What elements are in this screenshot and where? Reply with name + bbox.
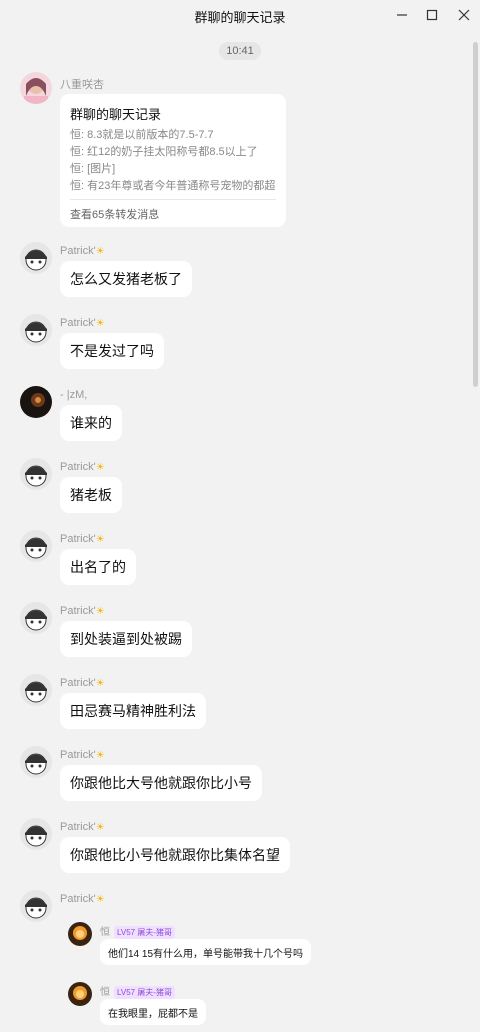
maximize-button[interactable] — [421, 4, 443, 26]
sender-label: Patrick' — [60, 605, 96, 617]
card-line: 恒: 8.3就是以前版本的7.5-7.7 — [70, 129, 214, 141]
minimize-button[interactable] — [391, 4, 413, 26]
avatar[interactable] — [20, 314, 52, 346]
avatar — [68, 922, 92, 946]
close-icon — [458, 9, 470, 21]
avatar[interactable] — [20, 458, 52, 490]
sender-name: Patrick'☀ — [60, 533, 105, 545]
divider — [70, 199, 276, 200]
nested-sender-label: 恒 — [100, 927, 110, 938]
sender-label: Patrick' — [60, 461, 96, 473]
sender-label: Patrick' — [60, 677, 96, 689]
sender-name: Patrick'☀ — [60, 461, 105, 473]
avatar[interactable] — [20, 674, 52, 706]
sun-icon: ☀ — [95, 894, 105, 905]
maximize-icon — [426, 9, 438, 21]
message-bubble[interactable]: 出名了的 — [60, 549, 136, 585]
level-badge: LV57 屠夫-猪哥 — [114, 986, 175, 999]
avatar[interactable] — [20, 602, 52, 634]
message-bubble[interactable]: 猪老板 — [60, 477, 122, 513]
sender-name: Patrick'☀ — [60, 749, 105, 761]
avatar[interactable] — [20, 746, 52, 778]
avatar-helmet-icon — [20, 242, 52, 274]
avatar-orange-character-icon — [68, 982, 92, 1006]
nested-sender: 恒 LV57 屠夫-猪哥 — [100, 983, 175, 999]
message-bubble[interactable]: 到处装逼到处被踢 — [60, 621, 192, 657]
avatar-helmet-icon — [20, 674, 52, 706]
message-bubble[interactable]: 不是发过了吗 — [60, 333, 164, 369]
avatar-helmet-icon — [20, 746, 52, 778]
avatar-helmet-icon — [20, 530, 52, 562]
avatar-helmet-icon — [20, 314, 52, 346]
nested-sender: 恒 LV57 屠夫-猪哥 — [100, 923, 175, 939]
sender-name: Patrick'☀ — [60, 821, 105, 833]
avatar-anime-girl-icon — [20, 72, 52, 104]
close-button[interactable] — [453, 4, 475, 26]
sun-icon: ☀ — [95, 462, 105, 473]
sun-icon: ☀ — [95, 822, 105, 833]
avatar[interactable] — [20, 242, 52, 274]
nested-bubble[interactable]: 在我眼里，屁都不是 — [100, 999, 206, 1025]
title-bar: 群聊的聊天记录 — [0, 0, 480, 30]
sender-label: Patrick' — [60, 893, 96, 905]
sender-name: - |zM, — [60, 389, 88, 401]
sun-icon: ☀ — [95, 606, 105, 617]
sender-name: Patrick'☀ — [60, 317, 105, 329]
avatar-helmet-icon — [20, 890, 52, 922]
avatar-dark-portrait-icon — [20, 386, 52, 418]
card-line: 恒: 红12的奶子挂太阳称号都8.5以上了 — [70, 146, 258, 158]
sun-icon: ☀ — [95, 750, 105, 761]
minimize-icon — [397, 14, 407, 16]
level-badge: LV57 屠夫-猪哥 — [114, 926, 175, 939]
message-bubble[interactable]: 田忌赛马精神胜利法 — [60, 693, 206, 729]
sender-label: Patrick' — [60, 245, 96, 257]
message-bubble[interactable]: 你跟他比小号他就跟你比集体名望 — [60, 837, 290, 873]
nested-bubble[interactable]: 他们14 15有什么用，单号能带我十几个号吗 — [100, 939, 312, 965]
nested-sender-label: 恒 — [100, 987, 110, 998]
sun-icon: ☀ — [95, 318, 105, 329]
message-bubble[interactable]: 怎么又发猪老板了 — [60, 261, 192, 297]
avatar-helmet-icon — [20, 602, 52, 634]
avatar[interactable] — [20, 890, 52, 922]
sender-label: Patrick' — [60, 533, 96, 545]
view-forwarded-link[interactable]: 查看65条转发消息 — [70, 206, 159, 222]
sun-icon: ☀ — [95, 246, 105, 257]
avatar-orange-character-icon — [68, 922, 92, 946]
sender-name: Patrick'☀ — [60, 677, 105, 689]
avatar[interactable] — [20, 386, 52, 418]
avatar[interactable] — [20, 72, 52, 104]
avatar[interactable] — [20, 530, 52, 562]
sender-label: Patrick' — [60, 749, 96, 761]
nested-forward-block[interactable]: 恒 LV57 屠夫-猪哥 他们14 15有什么用，单号能带我十几个号吗 恒 LV57… — [60, 906, 360, 1032]
card-line: 恒: 有23年尊或者今年普通称号宠物的都超8.... — [70, 180, 276, 192]
avatar-helmet-icon — [20, 818, 52, 850]
sender-name: Patrick'☀ — [60, 245, 105, 257]
message-bubble[interactable]: 谁来的 — [60, 405, 122, 441]
card-line: 恒: [图片] — [70, 163, 116, 175]
sender-name: 八重咲杏 — [60, 79, 104, 91]
forwarded-chat-card[interactable]: 群聊的聊天记录 恒: 8.3就是以前版本的7.5-7.7 恒: 红12的奶子挂太… — [60, 94, 286, 227]
sun-icon: ☀ — [95, 534, 105, 545]
sender-name: Patrick'☀ — [60, 605, 105, 617]
message-bubble[interactable]: 你跟他比大号他就跟你比小号 — [60, 765, 262, 801]
sender-label: Patrick' — [60, 317, 96, 329]
avatar[interactable] — [20, 818, 52, 850]
sender-label: Patrick' — [60, 821, 96, 833]
sender-name: Patrick'☀ — [60, 893, 105, 905]
scrollbar-thumb[interactable] — [473, 42, 478, 387]
avatar — [68, 982, 92, 1006]
card-title: 群聊的聊天记录 — [70, 107, 162, 122]
time-divider: 10:41 — [219, 42, 261, 60]
avatar-helmet-icon — [20, 458, 52, 490]
sun-icon: ☀ — [95, 678, 105, 689]
